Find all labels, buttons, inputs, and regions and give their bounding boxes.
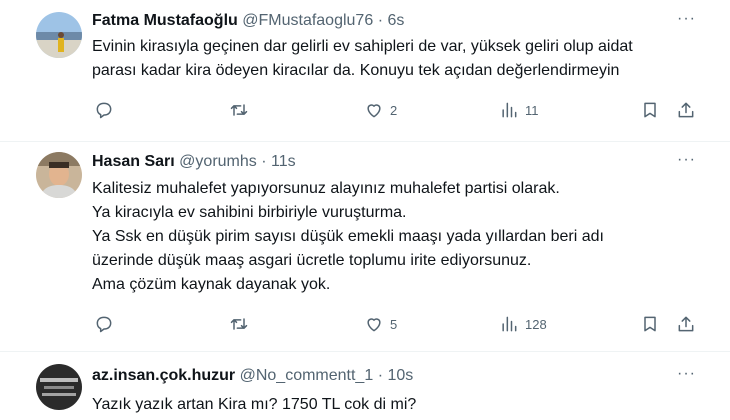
author-name[interactable]: az.insan.çok.huzur <box>92 367 235 384</box>
retweet-icon <box>230 104 248 116</box>
tweet[interactable]: Hasan Sarı @yorumhs · 11s ··· Kalitesiz … <box>0 142 730 352</box>
heart-icon <box>367 318 381 332</box>
tweet-text-line: Ya Ssk en düşük pirim sayısı düşük emekl… <box>92 228 604 245</box>
reply-button[interactable] <box>94 313 120 335</box>
tweet-text-line: Kalitesiz muhalefet yapıyorsunuz alayını… <box>92 180 560 197</box>
tweet-header: Hasan Sarı @yorumhs · 11s <box>92 152 296 172</box>
heart-icon <box>367 104 381 118</box>
author-name[interactable]: Fatma Mustafaoğlu <box>92 12 238 29</box>
tweet[interactable]: az.insan.çok.huzur @No_commentt_1 · 10s … <box>0 352 730 420</box>
reply-button[interactable] <box>94 99 120 121</box>
like-count: 2 <box>390 102 398 118</box>
retweet-icon <box>230 318 248 330</box>
views-icon <box>502 316 517 332</box>
retweet-button[interactable] <box>229 313 255 335</box>
author-name[interactable]: Hasan Sarı <box>92 153 175 170</box>
like-button[interactable]: 5 <box>364 313 397 335</box>
reply-icon <box>96 102 112 119</box>
retweet-button[interactable] <box>229 99 255 121</box>
avatar[interactable] <box>36 364 82 410</box>
tweet-text: Yazık yazık artan Kira mı? 1750 TL cok d… <box>92 393 712 417</box>
tweet-actions: 2 11 <box>92 99 702 121</box>
more-options-button[interactable]: ··· <box>677 10 696 28</box>
views-button[interactable]: 128 <box>499 313 547 335</box>
view-count: 128 <box>525 316 547 332</box>
author-handle[interactable]: @yorumhs <box>179 153 257 170</box>
bookmark-button[interactable] <box>640 99 660 121</box>
author-handle[interactable]: @FMustafaoglu76 <box>242 12 373 29</box>
tweet-text-line: Ya kiracıyla ev sahibini birbiriyle vuru… <box>92 204 407 221</box>
tweet[interactable]: Fatma Mustafaoğlu @FMustafaoglu76 · 6s ·… <box>0 0 730 142</box>
view-count: 11 <box>525 102 539 118</box>
tweet-text-line: Evinin kirasıyla geçinen dar gelirli ev … <box>92 38 633 55</box>
more-options-button[interactable]: ··· <box>677 151 696 169</box>
tweet-actions: 5 128 <box>92 313 702 335</box>
share-button[interactable] <box>676 313 696 335</box>
bookmark-icon <box>644 316 656 332</box>
views-button[interactable]: 11 <box>499 99 539 121</box>
tweet-text-line: Yazık yazık artan Kira mı? 1750 TL cok d… <box>92 396 417 413</box>
avatar[interactable] <box>36 12 82 58</box>
tweet-text-line: üzerinde düşük maaş asgari ücretle toplu… <box>92 252 532 269</box>
views-icon <box>502 102 517 118</box>
bookmark-button[interactable] <box>640 313 660 335</box>
like-count: 5 <box>390 316 398 332</box>
more-options-button[interactable]: ··· <box>677 365 696 383</box>
tweet-time[interactable]: · 10s <box>378 367 414 384</box>
tweet-header: Fatma Mustafaoğlu @FMustafaoglu76 · 6s <box>92 11 404 31</box>
tweet-text-line: parası kadar kira ödeyen kiracılar da. K… <box>92 62 620 79</box>
share-icon <box>678 316 694 332</box>
tweet-text: Evinin kirasıyla geçinen dar gelirli ev … <box>92 35 712 83</box>
author-handle[interactable]: @No_commentt_1 <box>240 367 374 384</box>
like-button[interactable]: 2 <box>364 99 397 121</box>
tweet-text-line: Ama çözüm kaynak dayanak yok. <box>92 276 331 293</box>
reply-icon <box>96 316 112 333</box>
avatar[interactable] <box>36 152 82 198</box>
share-button[interactable] <box>676 99 696 121</box>
tweet-time[interactable]: · 11s <box>261 153 295 170</box>
bookmark-icon <box>644 102 656 118</box>
share-icon <box>678 102 694 118</box>
tweet-header: az.insan.çok.huzur @No_commentt_1 · 10s <box>92 366 413 386</box>
tweet-text: Kalitesiz muhalefet yapıyorsunuz alayını… <box>92 177 712 297</box>
tweet-time[interactable]: · 6s <box>378 12 405 29</box>
